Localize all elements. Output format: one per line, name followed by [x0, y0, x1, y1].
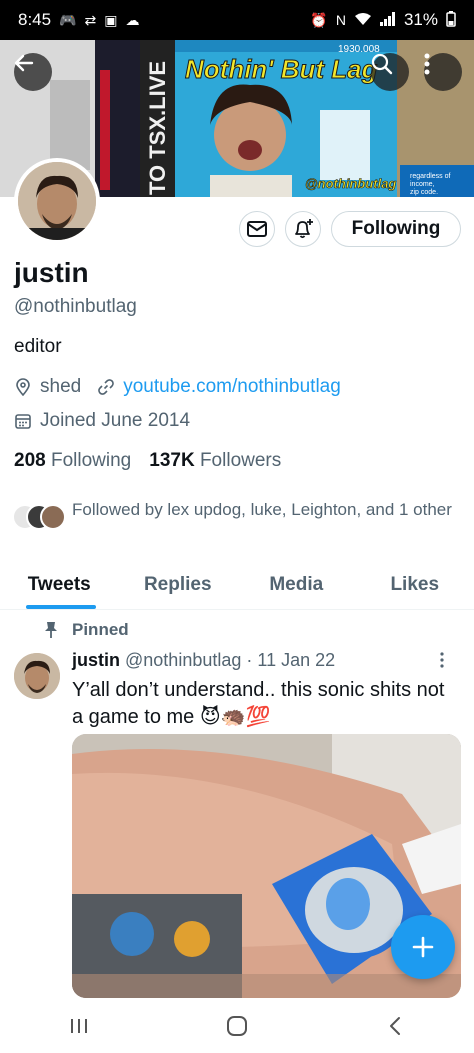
profile-meta-row: shed youtube.com/nothinbutlag [14, 376, 341, 398]
home-button[interactable] [207, 1006, 267, 1046]
profile-handle: @nothinbutlag [14, 296, 137, 317]
tweet-separator: · [246, 650, 253, 670]
system-navigation-bar [0, 998, 474, 1053]
followers-count: 137K [149, 450, 195, 471]
banner-note-3: zip code. [410, 189, 438, 196]
envelope-icon [247, 221, 267, 237]
tweet-author-name[interactable]: justin [72, 650, 120, 670]
search-icon [371, 53, 393, 75]
more-vertical-icon [440, 652, 444, 668]
tab-media[interactable]: Media [237, 560, 356, 609]
pin-icon [45, 622, 57, 638]
search-button[interactable] [371, 53, 409, 91]
pinned-label: Pinned [72, 620, 129, 639]
home-icon [227, 1015, 247, 1036]
profile-bio: editor [14, 336, 62, 357]
tab-likes[interactable]: Likes [356, 560, 474, 609]
link-icon [97, 378, 115, 396]
system-back-button[interactable] [365, 1006, 425, 1046]
followed-by-text: Followed by lex updog, luke, Leighton, a… [72, 500, 452, 519]
compose-tweet-button[interactable] [391, 915, 455, 979]
follow-counts: 208 Following 137K Followers [14, 450, 281, 472]
recent-apps-button[interactable] [49, 1006, 109, 1046]
notifications-button[interactable] [285, 211, 321, 247]
banner-note-1: regardless of [410, 173, 451, 180]
gamepad-icon: 🎮 [59, 11, 77, 28]
banner-sign-title: Nothin' But Lag [185, 54, 378, 84]
banner-sign-handle: @nothinbutlag [305, 176, 396, 191]
profile-avatar[interactable] [14, 158, 100, 244]
following-button[interactable]: Following [331, 211, 461, 247]
more-options-button[interactable] [424, 53, 462, 91]
banner-side-text: TO TSX.LIVE [145, 61, 170, 195]
nfc-icon: N [335, 12, 346, 28]
profile-tabs: Tweets Replies Media Likes [0, 560, 474, 610]
message-button[interactable] [239, 211, 275, 247]
tweet-author-handle[interactable]: @nothinbutlag [125, 650, 241, 670]
battery-icon [446, 10, 456, 30]
followers-label: Followers [199, 450, 282, 471]
profile-location: shed [40, 376, 82, 397]
calendar-icon [14, 412, 32, 430]
followers-count-link[interactable]: 137K Followers [149, 450, 281, 472]
profile-joined-date: Joined June 2014 [40, 410, 191, 431]
status-bar: 8:45 🎮 ⇄ ▣ ☁ ⏰ N 31% [0, 0, 474, 40]
plus-icon [412, 936, 434, 958]
followed-by-section[interactable]: Followed by lex updog, luke, Leighton, a… [12, 498, 462, 534]
location-pin-icon [14, 378, 32, 396]
display-name: justin [14, 257, 89, 288]
sync-icon: ⇄ [84, 11, 97, 28]
tab-replies[interactable]: Replies [119, 560, 238, 609]
avatar-image [18, 162, 96, 240]
following-count-link[interactable]: 208 Following [14, 450, 131, 472]
recents-icon [71, 1018, 87, 1033]
profile-website-link[interactable]: youtube.com/nothinbutlag [123, 376, 341, 398]
more-vertical-icon [424, 53, 430, 75]
battery-level: 31% [403, 10, 438, 29]
banner-note-2: income, [410, 181, 435, 188]
tweet-author-avatar[interactable] [14, 653, 60, 699]
pinned-indicator: Pinned [44, 620, 129, 640]
image-icon: ▣ [104, 11, 118, 28]
mutual-avatars [12, 504, 66, 534]
tweet-more-button[interactable] [440, 652, 444, 673]
following-label: Following [50, 450, 132, 471]
back-arrow-icon [14, 54, 34, 72]
wifi-icon [354, 12, 372, 29]
chevron-left-icon [390, 1016, 400, 1035]
tweet-header: justin @nothinbutlag · 11 Jan 22 [72, 650, 335, 671]
status-time: 8:45 [18, 10, 52, 29]
signal-icon [379, 11, 396, 29]
tweet-text: Y’all don’t understand.. this sonic shit… [72, 679, 445, 728]
following-count: 208 [14, 450, 46, 471]
tweet-date[interactable]: 11 Jan 22 [257, 650, 335, 670]
back-button[interactable] [14, 53, 52, 91]
bell-plus-icon [295, 219, 313, 239]
profile-joined-row: Joined June 2014 [14, 410, 190, 432]
alarm-icon: ⏰ [310, 11, 328, 28]
mutual-avatar [40, 504, 66, 530]
tab-tweets[interactable]: Tweets [0, 560, 119, 609]
cloud-icon: ☁ [125, 11, 140, 28]
